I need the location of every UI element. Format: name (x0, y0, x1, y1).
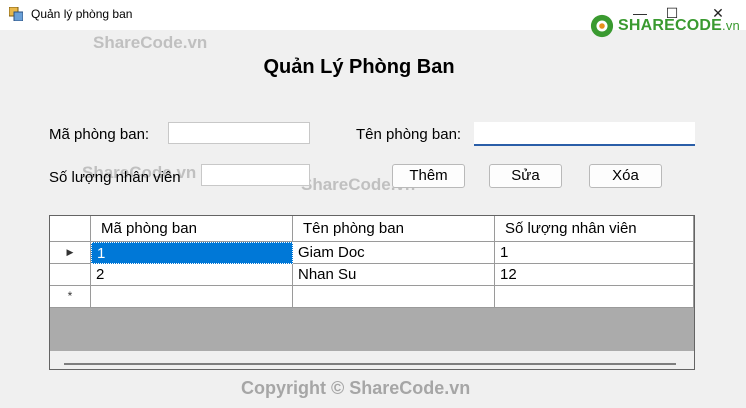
sua-button[interactable]: Sửa (489, 164, 562, 188)
app-icon (9, 7, 23, 21)
horizontal-scrollbar-track[interactable] (50, 351, 694, 369)
table-row[interactable]: 2 Nhan Su 12 (50, 264, 694, 286)
table-cell[interactable]: 1 (91, 242, 293, 264)
table-cell[interactable]: 2 (91, 264, 293, 286)
row-header[interactable] (50, 264, 91, 286)
watermark: ShareCode.vn (93, 33, 208, 52)
column-header-ma[interactable]: Mã phòng ban (91, 216, 293, 242)
ma-phong-ban-label: Mã phòng ban: (49, 126, 150, 143)
new-row[interactable]: * (50, 286, 694, 308)
page-title: Quản Lý Phòng Ban (263, 56, 455, 78)
window-title: Quản lý phòng ban (31, 7, 133, 21)
logo-text: SHARECODE.vn (618, 17, 740, 34)
column-header-ten[interactable]: Tên phòng ban (293, 216, 495, 242)
table-cell[interactable] (91, 286, 293, 308)
table-cell[interactable] (495, 286, 694, 308)
ma-phong-ban-input[interactable] (168, 122, 310, 144)
row-indicator-icon[interactable]: ▶ (50, 242, 91, 264)
table-cell[interactable]: 12 (495, 264, 694, 286)
new-row-indicator-icon[interactable]: * (50, 286, 91, 308)
row-header-corner[interactable] (50, 216, 91, 242)
sharecode-logo: SHARECODE.vn (590, 10, 740, 42)
logo-icon (590, 14, 614, 38)
table-cell[interactable]: 1 (495, 242, 694, 264)
horizontal-scrollbar-thumb[interactable] (64, 363, 676, 365)
table-cell[interactable]: Nhan Su (293, 264, 495, 286)
xoa-button[interactable]: Xóa (589, 164, 662, 188)
table-row[interactable]: ▶ 1 Giam Doc 1 (50, 242, 694, 264)
copyright-watermark: Copyright © ShareCode.vn (241, 378, 471, 398)
so-luong-nhan-vien-label: Số lượng nhân viên (49, 169, 181, 186)
ten-phong-ban-input[interactable] (474, 122, 695, 146)
so-luong-nhan-vien-input[interactable] (201, 164, 310, 186)
table-cell[interactable] (293, 286, 495, 308)
them-button[interactable]: Thêm (392, 164, 465, 188)
column-header-so-luong[interactable]: Số lượng nhân viên (495, 216, 694, 242)
ten-phong-ban-label: Tên phòng ban: (356, 126, 462, 143)
grid-header-row: Mã phòng ban Tên phòng ban Số lượng nhân… (50, 216, 694, 242)
table-cell[interactable]: Giam Doc (293, 242, 495, 264)
data-grid[interactable]: Mã phòng ban Tên phòng ban Số lượng nhân… (49, 215, 695, 370)
